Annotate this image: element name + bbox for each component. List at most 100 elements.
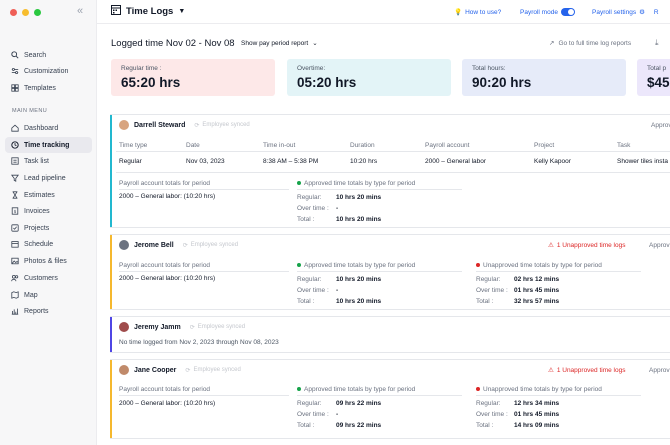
employee-section-jane: Jane Cooper ⟳ Employee synced ⚠ 1 Unapprov… [110,359,670,439]
sync-status: ⟳ Employee synced [194,122,249,129]
payroll-account-total: 2000 – General labor: (10:20 hrs) [119,275,216,282]
sidebar-item-map[interactable]: Map [10,288,38,302]
unapproved-logs-link[interactable]: ⚠ 1 Unapproved time logs [548,366,625,375]
pay-period-select[interactable]: Show pay period report ⌄ [241,39,318,48]
approve-button[interactable]: Approv [651,122,670,129]
minimize-window-button[interactable] [22,9,29,16]
unapproved-heading-label: Unapproved time totals by type for perio… [483,262,602,269]
toggle-switch[interactable] [560,8,575,16]
sidebar-item-invoices[interactable]: $ Invoices [10,204,50,218]
full-log-reports-label: Go to full time log reports [558,39,632,47]
employee-name[interactable]: Darrell Steward [134,122,185,129]
payroll-account-total: 2000 – General labor: (10:20 hrs) [119,193,216,200]
sidebar-item-label: Invoices [24,207,50,215]
divider [476,395,641,396]
map-icon [10,291,19,300]
approved-overtime-value: - [336,411,339,418]
unapproved-dot-icon [476,387,480,392]
approved-regular-value: 10 hrs 20 mins [336,194,382,201]
warning-icon: ⚠ [548,367,554,374]
sidebar-item-task-list[interactable]: Task list [10,154,49,168]
sync-status: ⟳ Employee synced [185,367,240,374]
topbar: Time Logs ▼ 💡 How to use? Payroll mode P… [97,0,670,24]
employee-name[interactable]: Jerome Bell [134,242,174,249]
sidebar-item-reports[interactable]: Reports [10,304,49,318]
calendar-icon [10,240,19,249]
column-header: Time in-out [263,142,296,149]
stat-label: Total hours: [472,65,506,72]
folder-icon [10,224,19,233]
total-label: Total : [297,422,315,429]
employee-name[interactable]: Jane Cooper [134,367,176,374]
sidebar-search[interactable]: Search [10,48,46,62]
time-logs-dropdown[interactable]: Time Logs ▼ [111,5,185,18]
sidebar-templates[interactable]: Templates [10,81,56,95]
approve-button[interactable]: Approv [649,242,670,249]
approved-heading-label: Approved time totals by type for period [304,180,416,187]
avatar [119,322,129,332]
stat-value: $45 [647,75,670,90]
how-to-use-label: How to use? [465,8,502,16]
table-cell: 10:20 hrs [350,158,378,165]
column-header: Time type [119,142,148,149]
unapproved-dot-icon [476,263,480,268]
unapproved-logs-link[interactable]: ⚠ 1 Unapproved time logs [548,241,625,250]
sidebar-item-label: Map [24,291,38,299]
search-icon [10,51,19,60]
divider [116,151,670,152]
download-icon[interactable]: ⤓ [655,38,659,48]
sidebar-item-label: Lead pipeline [24,174,66,182]
stat-label: Regular time : [121,65,162,72]
avatar [119,365,129,375]
regular-label: Regular: [476,400,501,407]
sync-label: Employee synced [193,367,241,373]
unapproved-total-value: 14 hrs 09 mins [514,422,560,429]
column-header: Duration [350,142,375,149]
sync-icon: ⟳ [185,367,191,374]
list-icon [10,157,19,166]
collapse-sidebar-icon[interactable]: « [77,5,83,17]
sidebar-item-time-tracking[interactable]: Time tracking [5,137,92,153]
sidebar-item-label: Photos & files [24,257,67,265]
how-to-use-link[interactable]: 💡 How to use? [454,8,502,17]
photo-icon [10,257,19,266]
stat-value: 90:20 hrs [472,75,532,90]
total-label: Total : [297,298,315,305]
payroll-settings-link[interactable]: Payroll settings ⚙ R [592,8,659,17]
maximize-window-button[interactable] [34,9,41,16]
sidebar-item-label: Projects [24,224,50,232]
unapproved-regular-value: 02 hrs 12 mins [514,276,560,283]
sidebar-item-customers[interactable]: Customers [10,271,58,285]
sidebar-customization[interactable]: Customization [10,64,68,78]
regular-label: Regular: [297,400,322,407]
sidebar-item-schedule[interactable]: Schedule [10,237,53,251]
table-cell: 2000 – General labor [425,158,487,165]
approve-button[interactable]: Approv [649,367,670,374]
employee-section-jerome: Jerome Bell ⟳ Employee synced ⚠ 1 Unapprov… [110,234,670,310]
sidebar-item-dashboard[interactable]: Dashboard [10,121,58,135]
column-header: Payroll account [425,142,470,149]
payroll-mode-toggle[interactable]: Payroll mode [520,8,575,16]
employee-header: Darrell Steward ⟳ Employee synced [119,120,250,130]
status-bar [110,235,112,309]
regular-time-card: Regular time : 65:20 hrs [111,59,275,96]
sync-icon: ⟳ [182,242,188,249]
sidebar-item-photos-files[interactable]: Photos & files [10,254,67,268]
payroll-settings-label: Payroll settings [592,8,637,16]
table-cell: Kelly Kapoor [534,158,571,165]
avatar [119,240,129,250]
sidebar-item-projects[interactable]: Projects [10,221,49,235]
employee-name[interactable]: Jeremy Jamm [134,324,181,331]
close-window-button[interactable] [10,9,17,16]
full-log-reports-link[interactable]: ↗ Go to full time log reports [549,39,632,48]
sidebar-item-estimates[interactable]: Estimates [10,188,55,202]
sidebar-item-lead-pipeline[interactable]: Lead pipeline [10,171,66,185]
total-hours-card: Total hours: 90:20 hrs [462,59,626,96]
employee-header: Jerome Bell ⟳ Employee synced [119,240,238,250]
grid-icon [10,84,19,93]
svg-text:$: $ [13,209,16,215]
status-bar [110,317,112,352]
employee-section-jeremy: Jeremy Jamm ⟳ Employee synced No time log… [110,316,670,353]
calendar-grid-icon [111,5,121,18]
overtime-label: Over time : [297,205,329,212]
